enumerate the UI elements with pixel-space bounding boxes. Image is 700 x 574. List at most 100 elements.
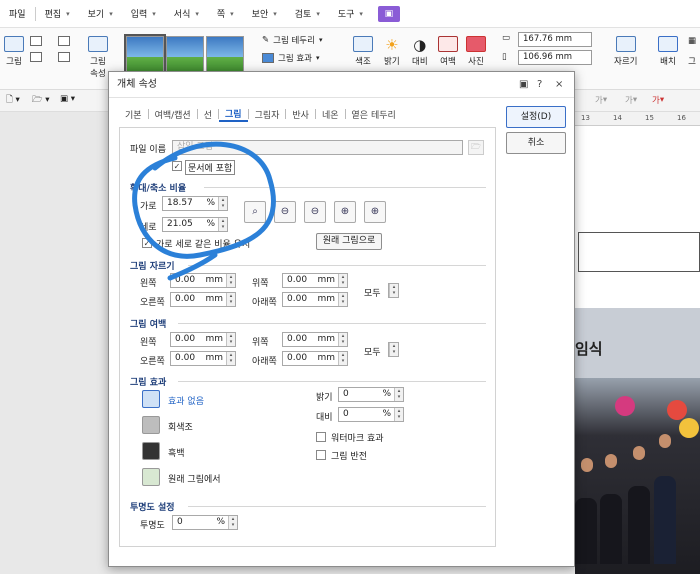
menu-page[interactable]: 쪽 ▾ xyxy=(208,0,243,28)
scale-height-field[interactable]: 21.05% ▴ ▾ xyxy=(162,217,228,232)
black-white-icon[interactable] xyxy=(142,442,160,460)
font-color-button[interactable]: 가 ▾ xyxy=(625,94,637,106)
zoom-half-button[interactable]: ⊖ xyxy=(274,201,296,223)
crop-all-spinner[interactable]: ▴ ▾ xyxy=(388,283,399,298)
cancel-button[interactable]: 취소 xyxy=(506,132,566,154)
crop-top-field[interactable]: 0.00 mm ▴ ▾ xyxy=(282,273,348,288)
font-highlight-button[interactable]: 가 ▾ xyxy=(652,94,664,106)
no-effect-icon[interactable] xyxy=(142,390,160,408)
original-picture-button[interactable]: 원래 그림으로 xyxy=(316,233,382,250)
contrast-button[interactable]: ◑ 대비 xyxy=(412,36,428,67)
zoom-x2-button[interactable]: ⊕ xyxy=(334,201,356,223)
menu-edit[interactable]: 편집 ▾ xyxy=(36,0,79,28)
tab-picture[interactable]: 그림 xyxy=(219,107,248,122)
spinner-icon[interactable]: ▴ ▾ xyxy=(338,333,347,346)
help-button[interactable]: ? xyxy=(537,79,542,90)
tab-margin-caption[interactable]: 여백/캡션 xyxy=(149,108,197,121)
menu-insert[interactable]: 입력 ▾ xyxy=(122,0,165,28)
picture-style-thumb-2[interactable] xyxy=(166,36,204,74)
tab-neon[interactable]: 네온 xyxy=(316,108,345,121)
small-tool-4[interactable] xyxy=(58,52,74,62)
no-effect-label[interactable]: 효과 없음 xyxy=(168,394,204,407)
arrange-button[interactable]: 배치 xyxy=(658,36,678,67)
brightness-field[interactable]: 0% ▴ ▾ xyxy=(338,387,404,402)
set-button[interactable]: 설정(D) xyxy=(506,106,566,128)
menu-format[interactable]: 서식 ▾ xyxy=(165,0,208,28)
tab-reflection[interactable]: 반사 xyxy=(286,108,315,121)
open-folder-button[interactable]: 🗁 ▾ xyxy=(32,94,50,108)
menu-security[interactable]: 보안 ▾ xyxy=(243,0,286,28)
picture-style-thumb-1[interactable] xyxy=(124,34,166,76)
ribbon-overflow-button[interactable]: ▦ 그 xyxy=(688,36,696,67)
small-tool-3[interactable] xyxy=(58,36,74,46)
spinner-icon[interactable]: ▴ ▾ xyxy=(389,284,398,297)
file-name-field[interactable]: 삽입 그림 xyxy=(172,140,463,155)
spinner-icon[interactable]: ▴ ▾ xyxy=(226,274,235,287)
spinner-icon[interactable]: ▴ ▾ xyxy=(394,408,403,421)
crop-left-field[interactable]: 0.00 mm ▴ ▾ xyxy=(170,273,236,288)
margin-left-field[interactable]: 0.00 mm ▴ ▾ xyxy=(170,332,236,347)
invert-checkbox[interactable] xyxy=(316,450,326,460)
small-tool-1[interactable] xyxy=(30,36,46,46)
tab-basic[interactable]: 기본 xyxy=(119,108,148,121)
contrast-field[interactable]: 0% ▴ ▾ xyxy=(338,407,404,422)
include-in-doc-checkbox[interactable]: ✓ xyxy=(172,161,182,171)
grayscale-label[interactable]: 회색조 xyxy=(168,420,193,433)
zoom-4-5-button[interactable]: ⊖ xyxy=(304,201,326,223)
spinner-icon[interactable]: ▴ ▾ xyxy=(394,388,403,401)
inserted-photo[interactable]: 임식 xyxy=(575,308,700,574)
text-box[interactable] xyxy=(578,232,700,272)
spinner-icon[interactable]: ▴ ▾ xyxy=(226,293,235,306)
tab-soft-edge[interactable]: 옅은 테두리 xyxy=(346,108,402,121)
spinner-icon[interactable]: ▴ ▾ xyxy=(389,343,398,356)
spinner-icon[interactable]: ▴ ▾ xyxy=(218,197,227,210)
zoom-100-button[interactable]: ⌕ xyxy=(244,201,266,223)
spinner-icon[interactable]: ▴ ▾ xyxy=(338,274,347,287)
crop-button[interactable]: 자르기 xyxy=(614,36,637,67)
small-tool-2[interactable] xyxy=(30,52,46,62)
original-effect-icon[interactable] xyxy=(142,468,160,486)
photo-button[interactable]: 사진 xyxy=(466,36,486,67)
watermark-checkbox[interactable] xyxy=(316,432,326,442)
spinner-icon[interactable]: ▴ ▾ xyxy=(228,516,237,529)
grayscale-icon[interactable] xyxy=(142,416,160,434)
new-doc-button[interactable]: 🗋 ▾ xyxy=(6,94,20,108)
picture-style-thumb-3[interactable] xyxy=(206,36,244,74)
spinner-icon[interactable]: ▴ ▾ xyxy=(338,293,347,306)
spinner-icon[interactable]: ▴ ▾ xyxy=(226,352,235,365)
menu-tools[interactable]: 도구 ▾ xyxy=(329,0,372,28)
crop-right-field[interactable]: 0.00 mm ▴ ▾ xyxy=(170,292,236,307)
menu-review[interactable]: 검토 ▾ xyxy=(286,0,329,28)
picture-properties-button[interactable]: 그림 속성 xyxy=(88,36,108,79)
ribbon-width-field[interactable]: 167.76 mm xyxy=(518,32,592,47)
browse-folder-icon[interactable]: 🗁 xyxy=(468,140,484,155)
margin-bottom-field[interactable]: 0.00 mm ▴ ▾ xyxy=(282,351,348,366)
tab-line[interactable]: 선 xyxy=(198,108,218,121)
spinner-icon[interactable]: ▴ ▾ xyxy=(338,352,347,365)
menu-view[interactable]: 보기 ▾ xyxy=(79,0,122,28)
ribbon-height-field[interactable]: 106.96 mm xyxy=(518,50,592,65)
transparency-field[interactable]: 0% ▴ ▾ xyxy=(172,515,238,530)
color-tone-button[interactable]: 색조 xyxy=(353,36,373,67)
margin-right-field[interactable]: 0.00 mm ▴ ▾ xyxy=(170,351,236,366)
font-size-button[interactable]: 가 ▾ xyxy=(595,94,607,106)
brightness-button[interactable]: ☀ 밝기 xyxy=(384,36,400,67)
spinner-icon[interactable]: ▴ ▾ xyxy=(218,218,227,231)
zoom-x4-button[interactable]: ⊕ xyxy=(364,201,386,223)
margin-all-spinner[interactable]: ▴ ▾ xyxy=(388,342,399,357)
insert-picture-button[interactable]: 그림 xyxy=(4,36,24,67)
black-white-label[interactable]: 흑백 xyxy=(168,446,185,459)
picture-context-tab-icon[interactable]: ▣ xyxy=(377,5,400,22)
spinner-icon[interactable]: ▴ ▾ xyxy=(226,333,235,346)
keep-ratio-checkbox[interactable]: ✓ xyxy=(142,238,152,248)
picture-effect-button[interactable]: 그림 효과 ▾ xyxy=(262,52,320,64)
original-effect-label[interactable]: 원래 그림에서 xyxy=(168,472,221,485)
menu-file[interactable]: 파일 xyxy=(0,0,35,28)
tab-shadow[interactable]: 그림자 xyxy=(249,108,286,121)
margin-button[interactable]: 여백 xyxy=(438,36,458,67)
restore-icon[interactable]: ▣ xyxy=(519,79,528,90)
save-button[interactable]: ▣ ▾ xyxy=(60,94,75,104)
close-button[interactable]: × xyxy=(555,79,563,90)
margin-top-field[interactable]: 0.00 mm ▴ ▾ xyxy=(282,332,348,347)
crop-bottom-field[interactable]: 0.00 mm ▴ ▾ xyxy=(282,292,348,307)
